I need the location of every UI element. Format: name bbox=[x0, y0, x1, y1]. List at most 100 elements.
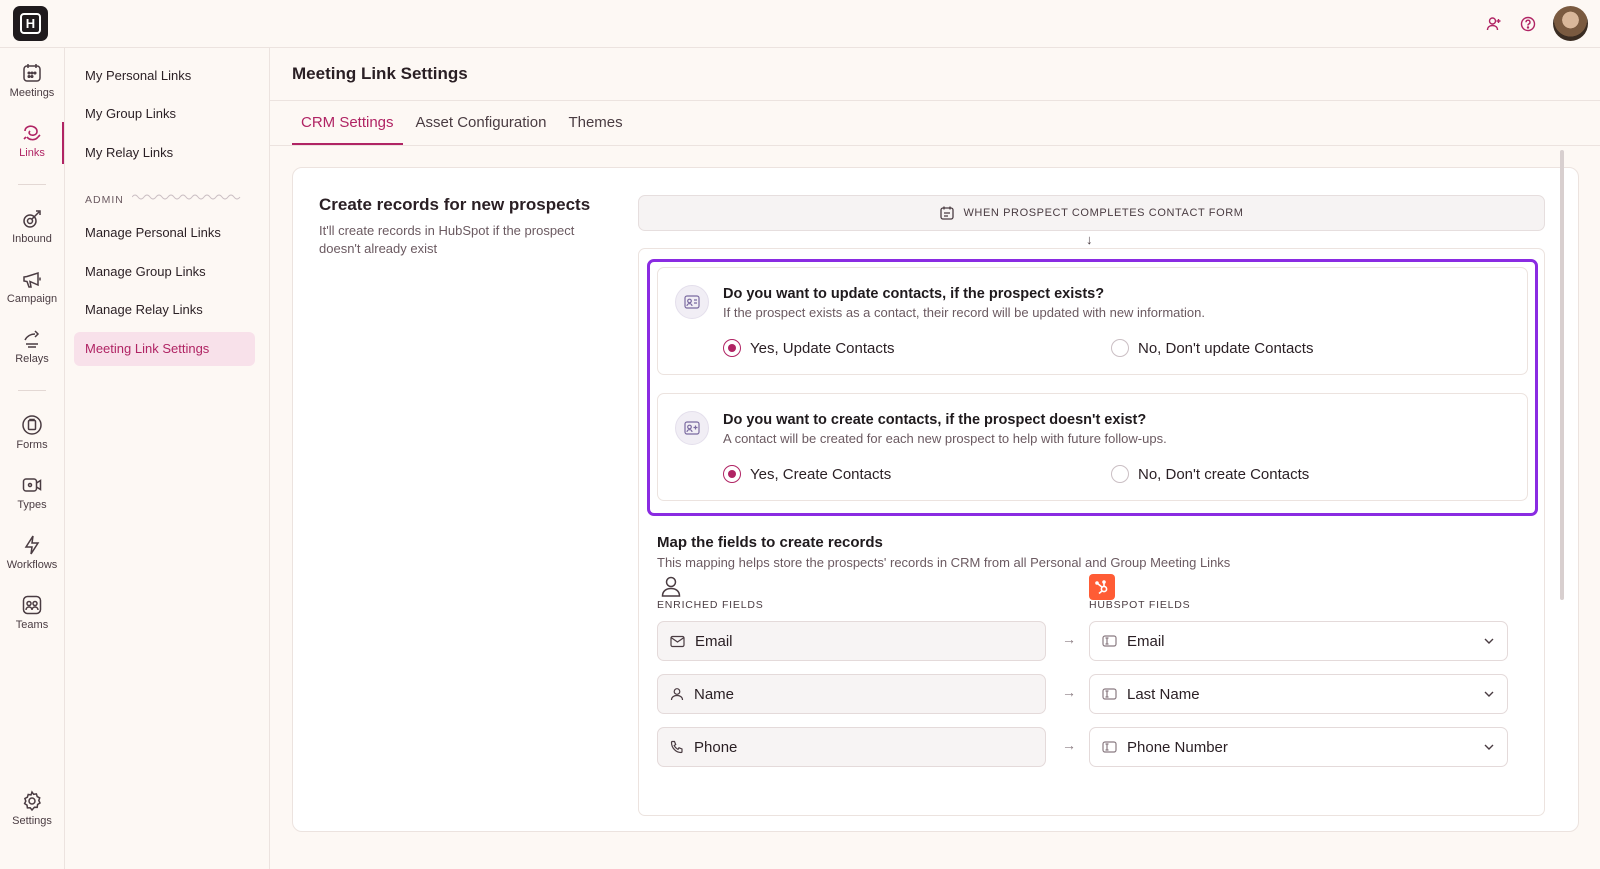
page-scrollbar[interactable] bbox=[1560, 150, 1564, 600]
page-title: Meeting Link Settings bbox=[292, 64, 468, 83]
mapping-arrow: → bbox=[1062, 737, 1076, 753]
question-subtitle: A contact will be created for each new p… bbox=[723, 431, 1167, 446]
tab-themes[interactable]: Themes bbox=[559, 101, 631, 145]
radio-indicator[interactable] bbox=[1111, 465, 1129, 483]
select-value: Email bbox=[1127, 632, 1165, 650]
radio-indicator[interactable] bbox=[723, 465, 741, 483]
rail-active-indicator bbox=[62, 122, 64, 164]
icon-rail: Meetings Links Inbound Campaign Relays F… bbox=[0, 48, 65, 869]
enriched-field-name: Name bbox=[657, 674, 1046, 714]
squiggle-divider bbox=[132, 194, 241, 200]
phone-icon bbox=[670, 740, 684, 754]
radio-label: Yes, Update Contacts bbox=[750, 339, 895, 357]
card-title: Create records for new prospects bbox=[319, 195, 591, 214]
mapping-arrow: → bbox=[1062, 631, 1076, 647]
radio-indicator[interactable] bbox=[723, 339, 741, 357]
field-label: Email bbox=[695, 632, 733, 650]
logo-mark: H bbox=[20, 13, 41, 34]
mapping-title: Map the fields to create records bbox=[657, 534, 883, 551]
subnav-manage-relay-links[interactable]: Manage Relay Links bbox=[74, 293, 255, 327]
hubspot-fields-header: HUBSPOT FIELDS bbox=[1089, 599, 1191, 611]
app-logo[interactable]: H bbox=[13, 6, 48, 41]
subnav-my-relay-links[interactable]: My Relay Links bbox=[74, 136, 255, 170]
rail-label: Campaign bbox=[6, 293, 58, 305]
radio-label: No, Don't update Contacts bbox=[1138, 339, 1314, 357]
enriched-field-phone: Phone bbox=[657, 727, 1046, 767]
rail-divider bbox=[18, 390, 46, 391]
select-value: Last Name bbox=[1127, 685, 1200, 703]
chevron-down-icon bbox=[1484, 744, 1494, 750]
rail-item-campaign[interactable]: Campaign bbox=[0, 268, 64, 305]
question-title: Do you want to create contacts, if the p… bbox=[723, 412, 1147, 428]
settings-tabs: CRM Settings Asset Configuration Themes bbox=[292, 101, 636, 145]
bolt-icon bbox=[24, 535, 40, 555]
field-type-icon bbox=[1102, 741, 1117, 753]
contact-add-icon bbox=[675, 411, 709, 445]
link-loop-icon bbox=[23, 125, 41, 141]
rail-label: Links bbox=[19, 147, 45, 159]
team-icon bbox=[22, 595, 42, 615]
radio-update-no[interactable]: No, Don't update Contacts bbox=[1111, 339, 1313, 357]
rail-item-forms[interactable]: Forms bbox=[0, 414, 64, 451]
radio-label: Yes, Create Contacts bbox=[750, 465, 892, 483]
add-user-icon[interactable] bbox=[1484, 14, 1504, 34]
tab-crm-settings[interactable]: CRM Settings bbox=[292, 101, 403, 145]
mail-icon bbox=[670, 635, 685, 648]
rail-label: Forms bbox=[16, 439, 48, 451]
update-contacts-question: Do you want to update contacts, if the p… bbox=[657, 267, 1528, 375]
hubspot-field-select-last-name[interactable]: Last Name bbox=[1089, 674, 1508, 714]
enriched-field-email: Email bbox=[657, 621, 1046, 661]
rail-item-types[interactable]: Types bbox=[0, 474, 64, 511]
rail-label: Workflows bbox=[6, 559, 58, 571]
hubspot-field-select-email[interactable]: Email bbox=[1089, 621, 1508, 661]
megaphone-icon bbox=[23, 271, 41, 288]
help-icon[interactable] bbox=[1518, 14, 1538, 34]
rail-label: Teams bbox=[15, 619, 49, 631]
radio-create-yes[interactable]: Yes, Create Contacts bbox=[723, 465, 891, 483]
top-bar: H bbox=[0, 0, 1600, 48]
rail-label: Inbound bbox=[12, 233, 52, 245]
chevron-down-icon bbox=[1484, 691, 1494, 697]
crm-settings-card: Create records for new prospects It'll c… bbox=[292, 167, 1579, 832]
rail-label: Settings bbox=[12, 815, 52, 827]
radio-create-no[interactable]: No, Don't create Contacts bbox=[1111, 465, 1309, 483]
chevron-down-icon bbox=[1484, 638, 1494, 644]
subnav-manage-personal-links[interactable]: Manage Personal Links bbox=[74, 216, 255, 250]
radio-update-yes[interactable]: Yes, Update Contacts bbox=[723, 339, 895, 357]
tab-asset-configuration[interactable]: Asset Configuration bbox=[407, 101, 556, 145]
form-icon bbox=[22, 415, 42, 435]
rail-item-settings[interactable]: Settings bbox=[0, 790, 64, 827]
person-icon bbox=[670, 687, 684, 701]
enriched-fields-header: ENRICHED FIELDS bbox=[657, 599, 764, 611]
subnav-manage-group-links[interactable]: Manage Group Links bbox=[74, 255, 255, 289]
subnav-meeting-link-settings[interactable]: Meeting Link Settings bbox=[74, 332, 255, 366]
rail-item-relays[interactable]: Relays bbox=[0, 328, 64, 365]
subnav-my-group-links[interactable]: My Group Links bbox=[74, 97, 255, 131]
rail-item-inbound[interactable]: Inbound bbox=[0, 208, 64, 245]
main-content: Meeting Link Settings CRM Settings Asset… bbox=[270, 48, 1600, 869]
radio-indicator[interactable] bbox=[1111, 339, 1129, 357]
rail-item-meetings[interactable]: Meetings bbox=[0, 62, 64, 99]
subnav-my-personal-links[interactable]: My Personal Links bbox=[74, 59, 255, 93]
admin-section-label: ADMIN bbox=[85, 194, 124, 206]
hubspot-icon bbox=[1089, 574, 1115, 600]
person-icon bbox=[661, 576, 681, 597]
trigger-label: WHEN PROSPECT COMPLETES CONTACT FORM bbox=[963, 207, 1244, 219]
question-subtitle: If the prospect exists as a contact, the… bbox=[723, 305, 1205, 320]
crm-rules-panel: Do you want to update contacts, if the p… bbox=[638, 248, 1545, 816]
inbound-icon bbox=[23, 210, 41, 228]
rail-item-links[interactable]: Links bbox=[0, 122, 64, 159]
down-arrow: ↓ bbox=[1086, 232, 1093, 247]
create-contacts-question: Do you want to create contacts, if the p… bbox=[657, 393, 1528, 501]
question-title: Do you want to update contacts, if the p… bbox=[723, 286, 1105, 302]
rail-item-teams[interactable]: Teams bbox=[0, 594, 64, 631]
rail-item-workflows[interactable]: Workflows bbox=[0, 534, 64, 571]
user-avatar[interactable] bbox=[1553, 6, 1588, 41]
gear-icon bbox=[23, 790, 41, 812]
hubspot-field-select-phone-number[interactable]: Phone Number bbox=[1089, 727, 1508, 767]
calendar-form-icon bbox=[940, 206, 955, 220]
select-value: Phone Number bbox=[1127, 738, 1228, 756]
rail-label: Types bbox=[17, 499, 47, 511]
mapping-arrow: → bbox=[1062, 684, 1076, 700]
card-description: It'll create records in HubSpot if the p… bbox=[319, 223, 575, 256]
